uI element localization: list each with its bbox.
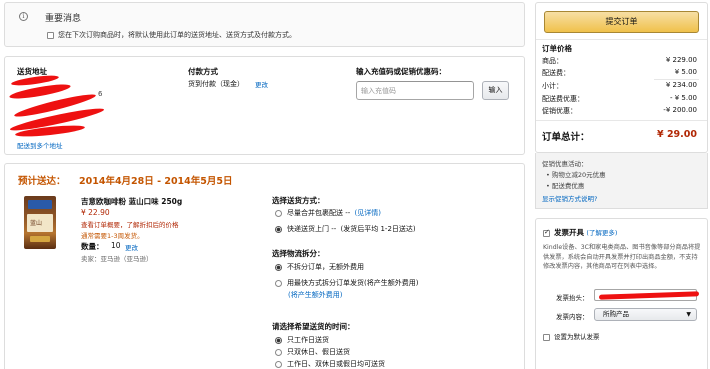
shipping-express-label: 快递送货上门 -- xyxy=(287,225,337,233)
invoice-description: Kindle设备、3C和家电类商品、图书音像等部分商品将提供发票，系统会自动开具… xyxy=(543,244,701,270)
redacted-invoice-header xyxy=(598,291,700,300)
split-fastest-label: 用最快方式拆分订单发货(将产生额外费用) xyxy=(287,279,419,287)
delivery-estimate-label: 预计送达： xyxy=(18,176,66,187)
invoice-header-label: 发票抬头： xyxy=(556,294,589,302)
place-order-label: 提交订单 xyxy=(605,17,638,26)
summary-items-value: ¥ 229.00 xyxy=(665,56,697,64)
chevron-down-icon: ▼ xyxy=(686,311,691,318)
shipping-consolidated-radio[interactable] xyxy=(275,209,282,217)
product-image-label: 蓝山 xyxy=(30,220,43,227)
delivery-time-heading: 请选择希望送货的时间： xyxy=(272,322,355,331)
promotions-heading: 促销优惠活动： xyxy=(542,160,588,168)
notice-title: 重要消息 xyxy=(45,14,82,24)
default-settings-checkbox-row[interactable]: 您在下次订购商品时，将默认使用此订单的送货地址、送货方式及付款方式。 xyxy=(47,30,296,40)
quantity-value: 10 xyxy=(111,241,121,250)
default-settings-checkbox[interactable] xyxy=(47,31,54,39)
split-extra-fee-link[interactable]: (将产生额外费用) xyxy=(288,290,342,300)
delivery-time-any[interactable]: 工作日、双休日或假日均可送货 xyxy=(275,359,385,369)
invoice-content-value: 所购产品 xyxy=(603,310,629,318)
invoice-checkbox-row[interactable]: 发票开具 (了解更多) xyxy=(543,227,617,238)
change-quantity-link[interactable]: 更改 xyxy=(125,242,138,252)
shipping-consolidated-label: 尽量合并包裹配送 -- xyxy=(287,209,351,217)
payment-method: 货到付款（现金） xyxy=(188,80,244,88)
order-details-box: 送货地址 6 配送到多个地址 付款方式 货到付款（现金） 更改 输入充值码或促销… xyxy=(4,56,525,155)
invoice-learn-more-link[interactable]: (了解更多) xyxy=(586,229,617,237)
default-invoice-row[interactable]: 设置为默认发票 xyxy=(543,331,600,341)
product-image[interactable]: 蓝山 xyxy=(24,196,56,249)
default-settings-label: 您在下次订购商品时，将默认使用此订单的送货地址、送货方式及付款方式。 xyxy=(58,31,296,39)
coupon-heading: 输入充值码或促销优惠码： xyxy=(356,67,446,76)
weekends-label: 只双休日、假日送货 xyxy=(287,348,350,356)
shipping-method-heading: 选择送货方式： xyxy=(272,196,325,205)
split-option-fastest[interactable]: 用最快方式拆分订单发货(将产生额外费用) xyxy=(275,278,418,288)
weekdays-label: 只工作日送货 xyxy=(287,336,329,344)
split-none-label: 不拆分订单，无额外费用 xyxy=(287,263,364,271)
delivery-time-weekends[interactable]: 只双休日、假日送货 xyxy=(275,347,350,357)
ship-to-multiple-link[interactable]: 配送到多个地址 xyxy=(17,140,63,150)
stock-note: 通常需要1-3周发货。 xyxy=(81,232,144,240)
promo-note: 查看订单概要，了解折扣后的价格 xyxy=(81,221,179,229)
any-day-radio[interactable] xyxy=(275,360,282,368)
promotion-item-1-text: 购物立减20元优惠 xyxy=(551,171,606,179)
shipping-details-link[interactable]: (见详情) xyxy=(355,209,381,217)
product-title[interactable]: 吉意欧咖啡粉 蓝山口味 250g xyxy=(81,196,182,207)
place-order-button[interactable]: 提交订单 xyxy=(544,11,699,33)
change-payment-link[interactable]: 更改 xyxy=(255,79,268,89)
invoice-label: 发票开具 xyxy=(554,228,584,237)
invoice-checkbox[interactable] xyxy=(543,228,550,237)
invoice-section: 发票开具 (了解更多) Kindle设备、3C和家电类商品、图书音像等部分商品将… xyxy=(535,218,708,369)
promotion-item-2-text: 配送费优惠 xyxy=(551,182,585,190)
summary-promo-label: 促销优惠： xyxy=(542,107,577,115)
order-summary: 提交订单 订单价格 商品： ¥ 229.00 配送费： ¥ 5.00 小计： ¥… xyxy=(535,2,708,153)
order-total-value: ¥ 29.00 xyxy=(657,129,697,140)
delivery-time-weekdays[interactable]: 只工作日送货 xyxy=(275,335,329,345)
info-icon: i xyxy=(19,12,28,21)
product-price: ¥ 22.90 xyxy=(81,208,110,217)
shipping-option-express[interactable]: 快递送货上门 -- (发货后平均 1-2日送达) xyxy=(275,224,416,234)
summary-shipping-discount-value: - ¥ 5.00 xyxy=(669,94,697,102)
summary-items-label: 商品： xyxy=(542,57,563,65)
coupon-code-input[interactable] xyxy=(356,81,474,100)
summary-promo-value: -¥ 200.00 xyxy=(663,106,697,114)
summary-subtotal-label: 小计： xyxy=(542,82,563,90)
delivery-estimate-range: 2014年4月28日 - 2014年5月5日 xyxy=(79,176,233,187)
any-day-label: 工作日、双休日或假日均可送货 xyxy=(287,360,385,368)
shipping-express-radio[interactable] xyxy=(275,225,282,233)
shipping-express-note: (发货后平均 1-2日送达) xyxy=(340,225,416,233)
seller-info: 卖家：亚马逊（亚马逊） xyxy=(81,255,153,263)
promotions-section: 促销优惠活动： • 购物立减20元优惠 • 配送费优惠 显示促销方式说明? xyxy=(535,153,708,209)
apply-coupon-label: 输入 xyxy=(488,86,503,94)
payment-heading: 付款方式 xyxy=(188,67,218,76)
invoice-content-select[interactable]: 所购产品 ▼ xyxy=(594,308,697,321)
promotion-item-2: • 配送费优惠 xyxy=(546,182,585,190)
important-notice: i 重要消息 您在下次订购商品时，将默认使用此订单的送货地址、送货方式及付款方式… xyxy=(4,2,525,47)
shipping-option-consolidated[interactable]: 尽量合并包裹配送 -- (见详情) xyxy=(275,208,381,218)
promotions-info-link[interactable]: 显示促销方式说明? xyxy=(542,193,597,203)
summary-heading: 订单价格 xyxy=(542,44,572,53)
apply-coupon-button[interactable]: 输入 xyxy=(482,81,509,100)
invoice-header-field[interactable] xyxy=(594,289,700,301)
split-heading: 选择物流拆分： xyxy=(272,249,325,258)
promotion-item-1: • 购物立减20元优惠 xyxy=(546,171,606,179)
default-invoice-label: 设置为默认发票 xyxy=(554,333,600,341)
weekends-radio[interactable] xyxy=(275,348,282,356)
split-option-none[interactable]: 不拆分订单，无额外费用 xyxy=(275,262,364,272)
address-fragment: 6 xyxy=(98,90,103,98)
summary-subtotal-value: ¥ 234.00 xyxy=(665,81,697,89)
weekdays-radio[interactable] xyxy=(275,336,282,344)
quantity-label: 数量： xyxy=(81,242,104,251)
summary-shipping-label: 配送费： xyxy=(542,69,570,77)
split-none-radio[interactable] xyxy=(275,263,282,271)
summary-shipping-discount-label: 配送费优惠： xyxy=(542,95,584,103)
summary-shipping-value: ¥ 5.00 xyxy=(674,68,697,76)
invoice-content-label: 发票内容： xyxy=(556,313,589,321)
split-fastest-radio[interactable] xyxy=(275,279,282,287)
order-total-label: 订单总计： xyxy=(542,132,590,143)
shipment-box: 预计送达： 2014年4月28日 - 2014年5月5日 蓝山 吉意欧咖啡粉 蓝… xyxy=(4,163,525,369)
default-invoice-checkbox[interactable] xyxy=(543,333,550,341)
